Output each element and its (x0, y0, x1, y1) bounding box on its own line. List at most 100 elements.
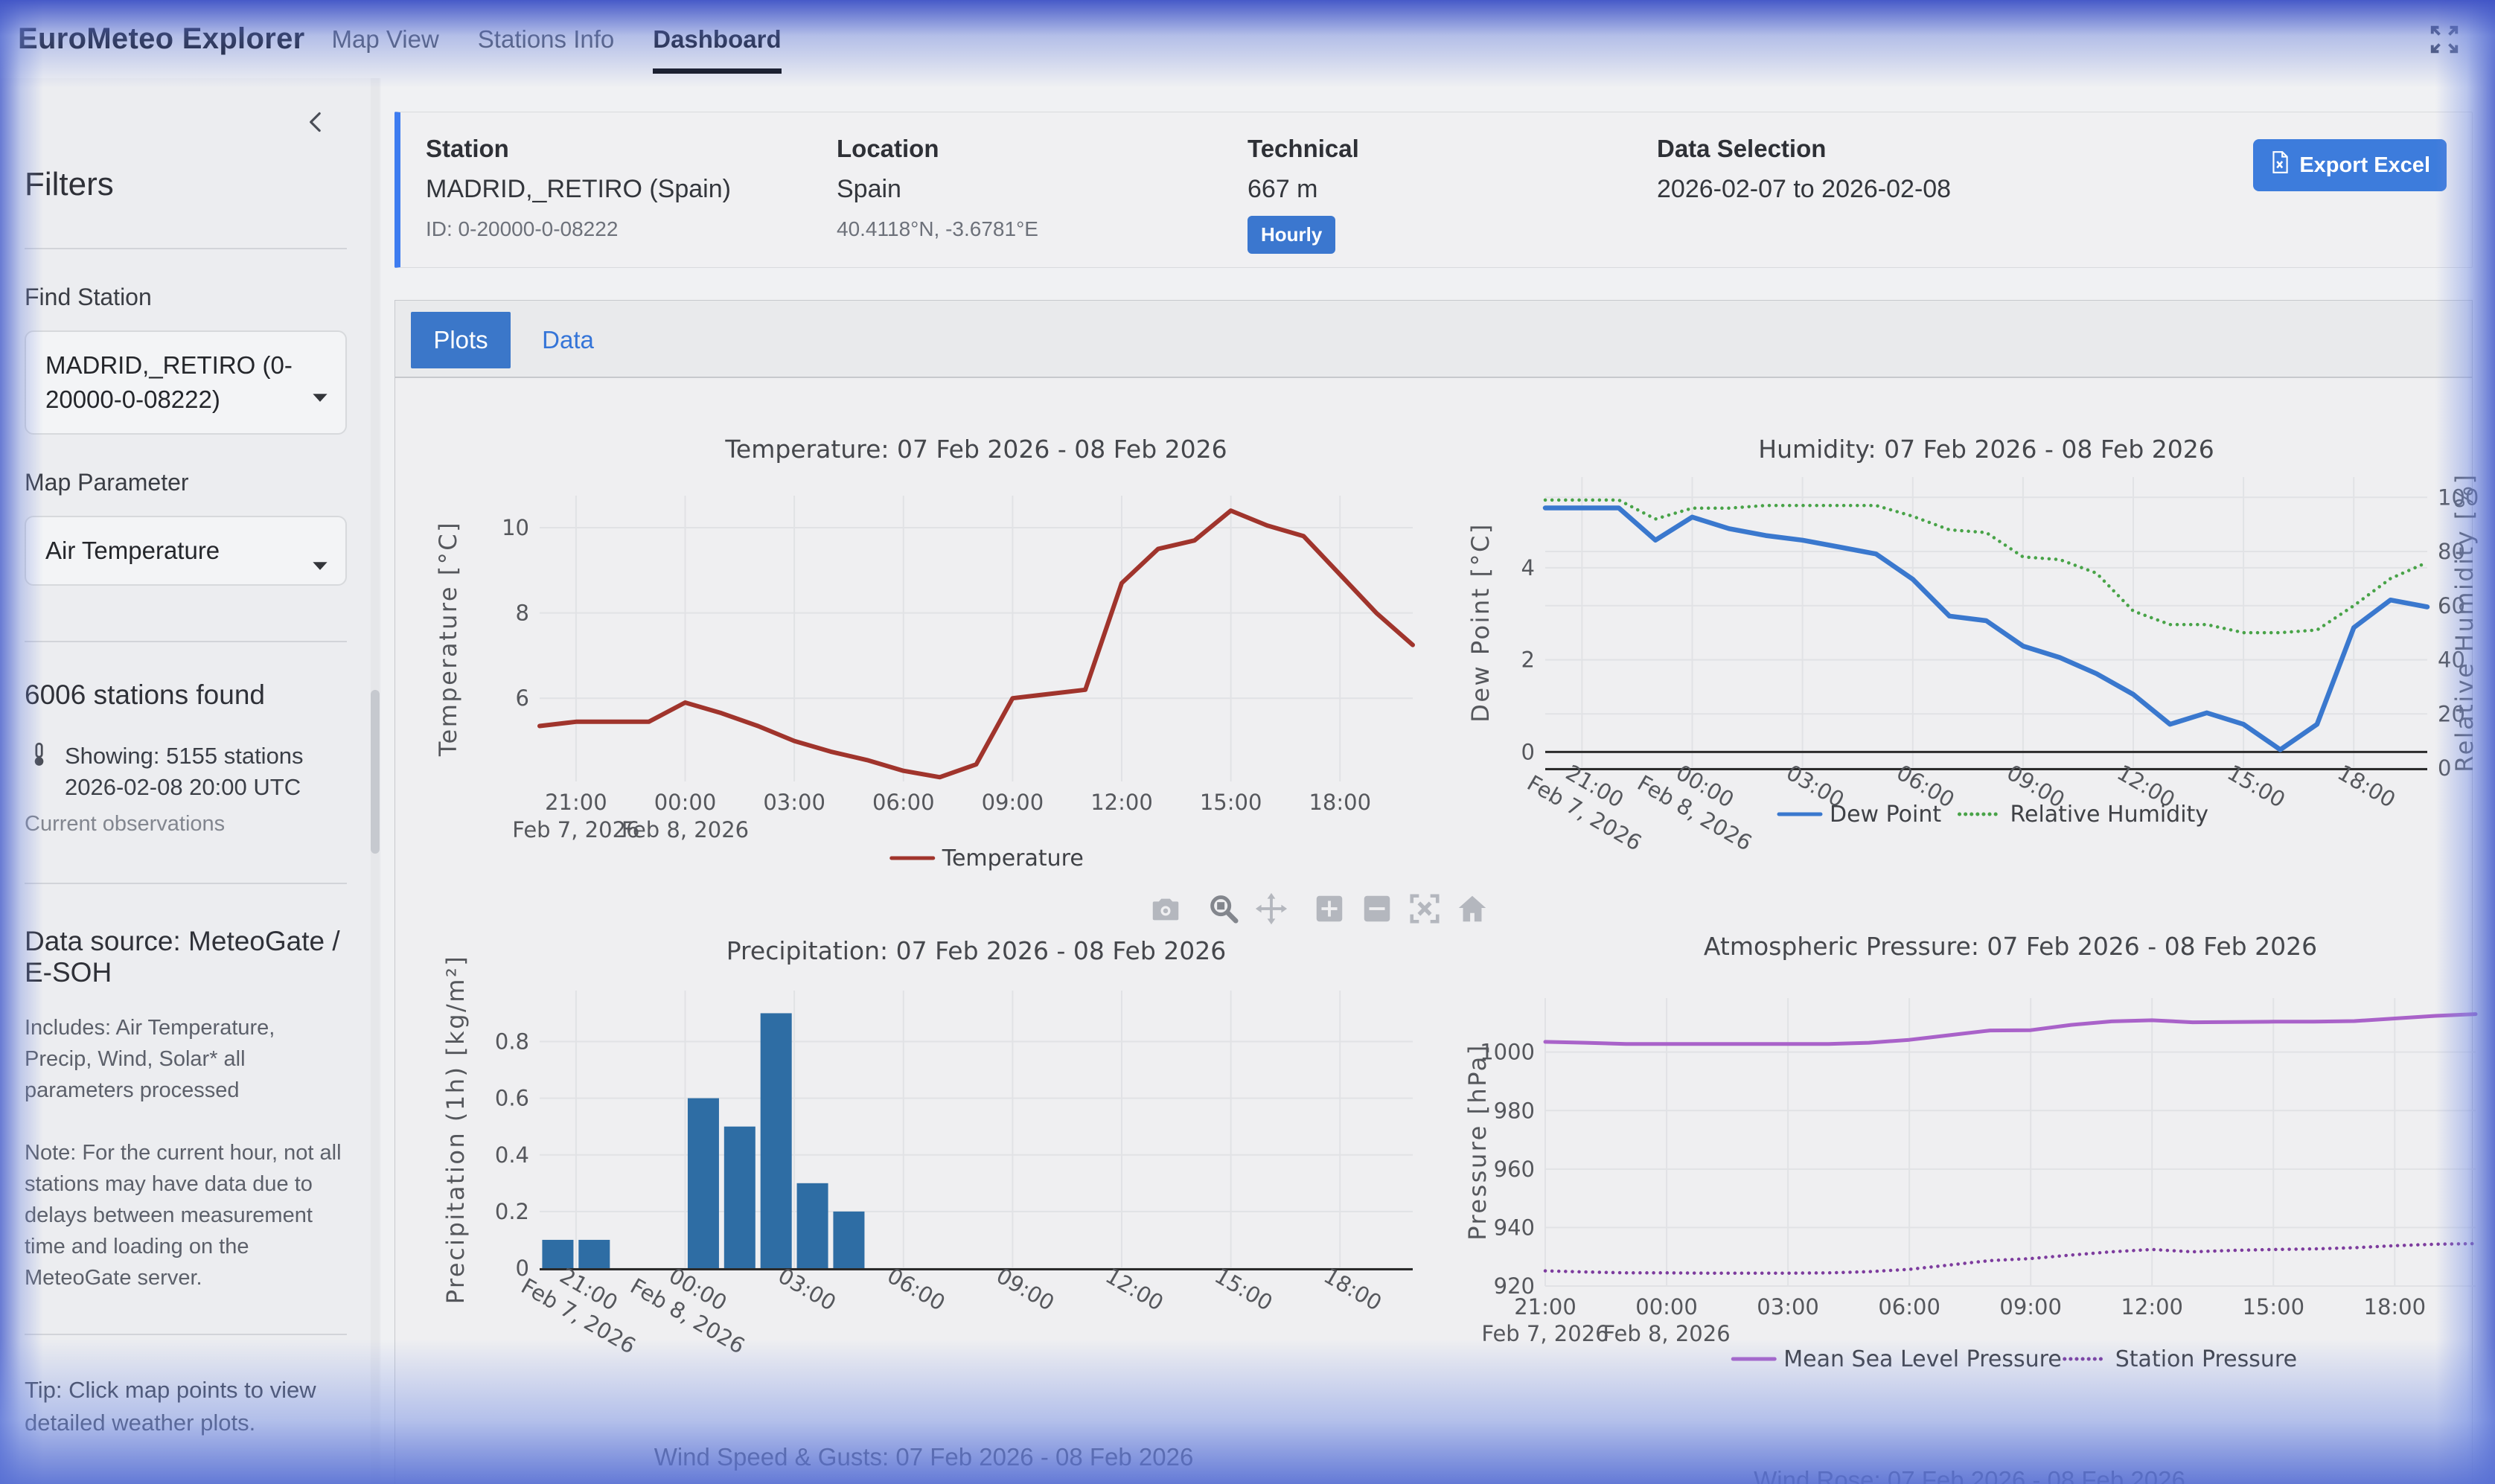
technical-label: Technical (1248, 135, 1359, 163)
map-parameter-select[interactable]: Air Temperature (25, 516, 347, 586)
location-column: Location Spain 40.4118°N, -3.6781°E (837, 135, 1038, 241)
data-selection-range: 2026-02-07 to 2026-02-08 (1657, 175, 1951, 204)
svg-text:0.8: 0.8 (495, 1029, 529, 1055)
svg-text:4: 4 (1521, 555, 1535, 581)
thermometer-icon (25, 741, 53, 803)
svg-text:09:00: 09:00 (1999, 1294, 2062, 1320)
export-excel-button[interactable]: Export Excel (2253, 139, 2447, 191)
svg-text:03:00: 03:00 (774, 1263, 840, 1316)
svg-text:0.6: 0.6 (495, 1086, 529, 1111)
svg-text:Atmospheric Pressure: 07 Feb 2: Atmospheric Pressure: 07 Feb 2026 - 08 F… (1704, 932, 2317, 961)
sidebar-scrollbar-thumb[interactable] (371, 690, 380, 854)
svg-text:960: 960 (1494, 1157, 1535, 1182)
divider (25, 248, 347, 249)
tab-data[interactable]: Data (523, 312, 613, 368)
humidity-chart[interactable]: 024020406080100Dew Point [°C]Relative Hu… (1456, 412, 2483, 903)
location-label: Location (837, 135, 1038, 163)
pressure-chart[interactable]: 9209409609801000Pressure [hPa]21:00Feb 7… (1456, 924, 2483, 1385)
location-coords: 40.4118°N, -3.6781°E (837, 217, 1038, 241)
charts-panel: 6810Temperature [°C]21:00Feb 7, 202600:0… (394, 377, 2473, 1484)
svg-text:2: 2 (1521, 647, 1535, 673)
svg-text:0.4: 0.4 (495, 1142, 529, 1168)
camera-icon[interactable] (1149, 892, 1183, 926)
pan-icon[interactable] (1254, 892, 1288, 926)
station-label: Station (426, 135, 731, 163)
fullscreen-icon[interactable] (2425, 20, 2464, 59)
station-info-card: Station MADRID,_RETIRO (Spain) ID: 0-200… (394, 112, 2473, 268)
top-navbar: EuroMeteo Explorer Map View Stations Inf… (0, 0, 2495, 78)
nav-dashboard[interactable]: Dashboard (653, 25, 781, 54)
data-selection-column: Data Selection 2026-02-07 to 2026-02-08 (1657, 135, 1951, 204)
svg-text:03:00: 03:00 (763, 790, 825, 815)
hourly-badge: Hourly (1248, 216, 1335, 254)
svg-text:00:00: 00:00 (1635, 1294, 1698, 1320)
svg-text:0.2: 0.2 (495, 1199, 529, 1224)
plotly-modebar (1149, 892, 1489, 926)
svg-text:980: 980 (1494, 1098, 1535, 1123)
showing-stations-row: Showing: 5155 stations 2026-02-08 20:00 … (25, 741, 347, 803)
nav-map-view[interactable]: Map View (331, 25, 438, 54)
sidebar: Filters Find Station MADRID,_RETIRO (0-2… (0, 78, 381, 1484)
station-name: MADRID,_RETIRO (Spain) (426, 175, 731, 204)
nav-stations-info[interactable]: Stations Info (478, 25, 614, 54)
svg-text:09:00: 09:00 (982, 790, 1044, 815)
station-select[interactable]: MADRID,_RETIRO (0-20000-0-08222) (25, 330, 347, 435)
tab-plots[interactable]: Plots (411, 312, 511, 368)
wind-rose-chart-title: Wind Rose: 07 Feb 2026 - 08 Feb 2026 (1456, 1466, 2483, 1484)
svg-text:06:00: 06:00 (872, 790, 935, 815)
location-value: Spain (837, 175, 1038, 204)
svg-text:10: 10 (502, 515, 529, 540)
zoom-icon[interactable] (1207, 892, 1241, 926)
autoscale-icon[interactable] (1408, 892, 1442, 926)
sidebar-title: Filters (25, 78, 347, 203)
svg-text:12:00: 12:00 (1101, 1263, 1167, 1316)
svg-text:Dew Point [°C]: Dew Point [°C] (1466, 522, 1495, 723)
map-parameter-label: Map Parameter (25, 469, 347, 496)
svg-text:Relative Humidity: Relative Humidity (2010, 802, 2209, 828)
chevron-down-icon (311, 546, 329, 580)
svg-text:09:00: 09:00 (992, 1263, 1058, 1316)
current-observations-caption: Current observations (25, 812, 347, 837)
station-column: Station MADRID,_RETIRO (Spain) ID: 0-200… (426, 135, 731, 241)
data-source-title: Data source: MeteoGate / E-SOH (25, 926, 347, 988)
temperature-chart[interactable]: 6810Temperature [°C]21:00Feb 7, 202600:0… (418, 412, 1430, 888)
svg-text:Feb 8, 2026: Feb 8, 2026 (622, 817, 749, 842)
svg-text:21:00: 21:00 (545, 790, 607, 815)
chevron-down-icon (311, 377, 329, 412)
app-title: EuroMeteo Explorer (18, 22, 304, 56)
svg-text:Relative Humidity [%]: Relative Humidity [%] (2450, 473, 2479, 772)
zoom-out-icon[interactable] (1360, 892, 1394, 926)
svg-text:15:00: 15:00 (1210, 1263, 1277, 1316)
svg-text:00:00: 00:00 (654, 790, 717, 815)
main-nav: Map View Stations Info Dashboard (331, 25, 781, 54)
svg-text:12:00: 12:00 (2121, 1294, 2183, 1320)
svg-text:Precipitation (1h) [kg/m²]: Precipitation (1h) [kg/m²] (441, 955, 470, 1305)
svg-text:18:00: 18:00 (2364, 1294, 2427, 1320)
technical-elevation: 667 m (1248, 175, 1359, 204)
sidebar-collapse-icon[interactable] (301, 106, 332, 141)
app-window: EuroMeteo Explorer Map View Stations Inf… (0, 0, 2495, 1484)
data-selection-label: Data Selection (1657, 135, 1951, 163)
stations-found-text: 6006 stations found (25, 679, 347, 711)
svg-text:Feb 7, 2026: Feb 7, 2026 (512, 817, 639, 842)
svg-text:Feb 8, 2026: Feb 8, 2026 (1603, 1321, 1730, 1346)
zoom-in-icon[interactable] (1312, 892, 1346, 926)
svg-text:6: 6 (516, 685, 529, 711)
station-id: ID: 0-20000-0-08222 (426, 217, 731, 241)
tip-text: Tip: Click map points to view detailed w… (25, 1374, 347, 1439)
svg-text:0: 0 (2438, 755, 2451, 781)
svg-text:Mean Sea Level Pressure: Mean Sea Level Pressure (1783, 1346, 2062, 1372)
export-excel-label: Export Excel (2299, 153, 2430, 178)
svg-text:15:00: 15:00 (2242, 1294, 2304, 1320)
svg-text:Temperature: Temperature (942, 845, 1084, 871)
precipitation-chart[interactable]: 00.20.40.60.8Precipitation (1h) [kg/m²]2… (418, 924, 1430, 1445)
showing-time: 2026-02-08 20:00 UTC (65, 772, 304, 803)
svg-text:18:00: 18:00 (1320, 1263, 1386, 1316)
svg-text:06:00: 06:00 (1878, 1294, 1940, 1320)
svg-text:Temperature [°C]: Temperature [°C] (434, 521, 462, 757)
svg-text:Feb 7, 2026: Feb 7, 2026 (1481, 1321, 1609, 1346)
home-icon[interactable] (1455, 892, 1489, 926)
svg-text:Humidity: 07 Feb 2026 - 08 Feb: Humidity: 07 Feb 2026 - 08 Feb 2026 (1758, 435, 2214, 464)
svg-text:Station Pressure: Station Pressure (2115, 1346, 2297, 1372)
find-station-label: Find Station (25, 284, 347, 311)
